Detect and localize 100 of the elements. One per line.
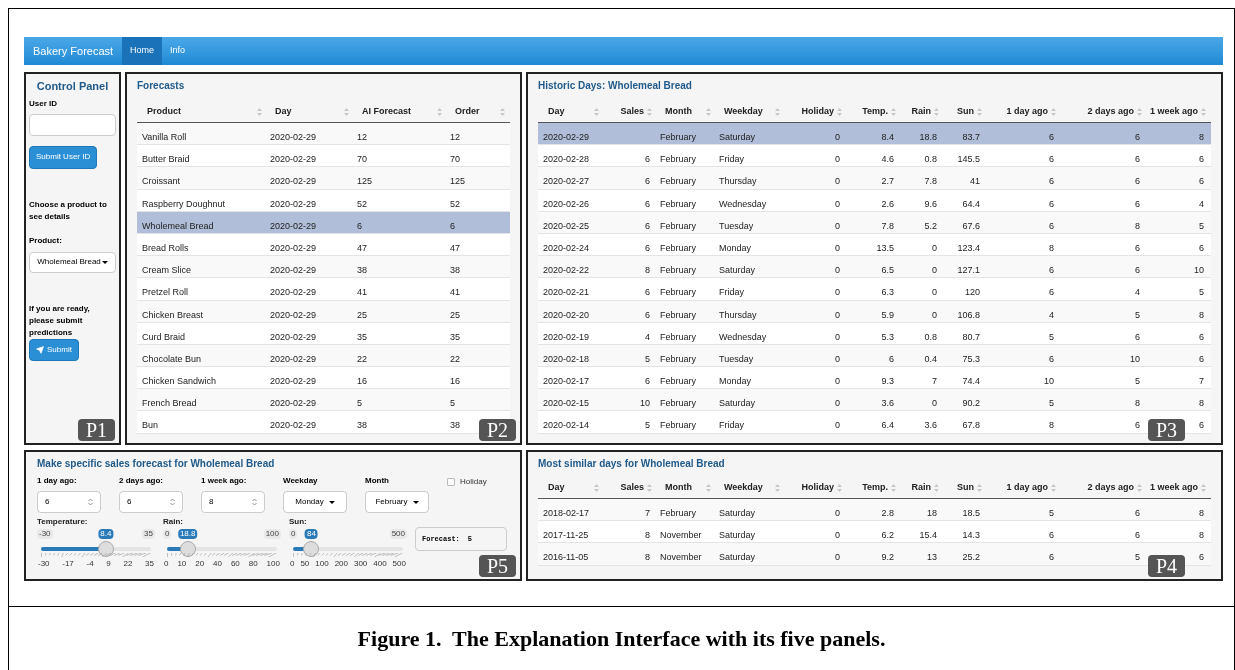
column-header[interactable]: Holiday: [801, 104, 834, 119]
sort-icon: [934, 107, 939, 116]
sort-icon: [706, 483, 711, 492]
table-row[interactable]: 2017-11-25 8 November Saturday 0 6.2 15.4 14.3 6 6 8: [538, 521, 1211, 544]
table-cell: 120: [964, 287, 980, 298]
column-header[interactable]: Temp.: [862, 480, 888, 495]
table-cell: 16: [357, 376, 367, 387]
table-row[interactable]: Raspberry Doughnut 2020-02-29 52 52: [137, 189, 510, 212]
column-header[interactable]: Rain: [911, 480, 931, 495]
table-row[interactable]: 2020-02-15 10 February Saturday 0 3.6 0 90.2 5 8 8: [538, 389, 1211, 412]
table-row[interactable]: Butter Braid 2020-02-29 70 70: [137, 145, 510, 168]
table-row[interactable]: 2018-02-17 7 February Saturday 0 2.8 18 18.5 5 6 8: [538, 499, 1211, 522]
table-row[interactable]: 2020-02-19 4 February Wednesday 0 5.3 0.8 80.7 5 6 6: [538, 322, 1211, 345]
table-row[interactable]: French Bread 2020-02-29 5 5: [137, 389, 510, 412]
user-id-field[interactable]: [29, 113, 116, 136]
select-field[interactable]: Monday: [283, 491, 347, 513]
table-cell: Butter Braid: [142, 154, 190, 165]
column-header[interactable]: Temp.: [862, 104, 888, 119]
table-row[interactable]: Cream Slice 2020-02-29 38 38: [137, 256, 510, 279]
tick-label: -4: [86, 559, 94, 569]
table-row[interactable]: Chocolate Bun 2020-02-29 22 22: [137, 344, 510, 368]
column-header[interactable]: 1 day ago: [1006, 480, 1048, 495]
table-cell: 0: [835, 552, 840, 563]
table-row[interactable]: Bread Rolls 2020-02-29 47 47: [137, 233, 510, 257]
column-header[interactable]: Month: [665, 104, 692, 119]
table-row[interactable]: 2020-02-20 6 February Thursday 0 5.9 0 106.8 4 5 8: [538, 300, 1211, 323]
table-cell: 0: [835, 309, 840, 320]
table-row[interactable]: Curd Braid 2020-02-29 35 35: [137, 322, 510, 345]
column-header[interactable]: Product: [147, 104, 181, 119]
holiday-checkbox[interactable]: [447, 478, 455, 486]
table-row[interactable]: Croissant 2020-02-29 125 125: [137, 167, 510, 190]
table-cell: February: [660, 242, 696, 253]
column-header[interactable]: 1 week ago: [1149, 104, 1198, 119]
table-row[interactable]: 2020-02-18 5 February Tuesday 0 6 0.4 75.3 6 10 6: [538, 344, 1211, 368]
table-cell: 8: [1199, 309, 1204, 320]
table-row[interactable]: Chicken Sandwich 2020-02-29 16 16: [137, 367, 510, 390]
submit-button[interactable]: Submit: [29, 338, 79, 361]
number-field[interactable]: 6: [37, 491, 101, 513]
slider-label: Temperature:: [37, 517, 89, 527]
table-cell: 12: [450, 132, 460, 142]
slider-thumb[interactable]: [303, 541, 320, 557]
send-icon: [36, 345, 44, 354]
table-cell: 22: [450, 353, 460, 364]
nav-tab[interactable]: Home: [122, 37, 163, 65]
table-cell: 0: [932, 265, 937, 276]
table-row[interactable]: 2020-02-29 February Saturday 0 8.4 18.8 83.7 6 6 8: [538, 123, 1211, 146]
column-header[interactable]: Weekday: [724, 104, 763, 119]
column-header[interactable]: AI Forecast: [362, 104, 412, 119]
column-header[interactable]: Day: [275, 104, 292, 119]
field-label: Product:: [29, 234, 63, 247]
column-header[interactable]: Sales: [620, 480, 644, 495]
submit-user-id-button[interactable]: Submit User ID: [29, 145, 98, 169]
table-row[interactable]: 2020-02-26 6 February Wednesday 0 2.6 9.6 64.4 6 6 4: [538, 189, 1211, 212]
column-header[interactable]: 1 week ago: [1149, 480, 1198, 495]
table-row[interactable]: Vanilla Roll 2020-02-29 12 12: [137, 123, 510, 146]
product-select[interactable]: Wholemeal Bread: [29, 251, 116, 273]
panel-tag: P5: [478, 555, 516, 577]
column-header[interactable]: Weekday: [724, 480, 763, 495]
panel-title: Most similar days for Wholemeal Bread: [538, 457, 726, 471]
table-row[interactable]: 2020-02-17 6 February Monday 0 9.3 7 74.4 10 5 7: [538, 367, 1211, 390]
column-header[interactable]: Sales: [620, 104, 644, 119]
table-row[interactable]: Wholemeal Bread 2020-02-29 6 6: [137, 211, 510, 234]
table-cell: 3.6: [881, 398, 894, 409]
table-cell: 41: [450, 287, 460, 298]
table-cell: 67.6: [962, 220, 980, 231]
column-header[interactable]: Sun: [957, 104, 974, 119]
column-header[interactable]: 2 days ago: [1087, 480, 1134, 495]
table-row[interactable]: 2020-02-22 8 February Saturday 0 6.5 0 127.1 6 6 10: [538, 256, 1211, 279]
column-header[interactable]: 2 days ago: [1087, 104, 1134, 119]
table-cell: February: [660, 376, 696, 387]
table-cell: 2020-02-29: [543, 132, 590, 142]
table-cell: February: [660, 309, 696, 320]
table-cell: 7: [645, 508, 650, 518]
column-header[interactable]: Day: [548, 104, 565, 119]
table-row[interactable]: 2020-02-25 6 February Tuesday 0 7.8 5.2 67.6 6 8 5: [538, 211, 1211, 234]
number-field[interactable]: 8: [201, 491, 265, 513]
column-header[interactable]: Month: [665, 480, 692, 495]
number-field[interactable]: 6: [119, 491, 183, 513]
column-header[interactable]: Rain: [911, 104, 931, 119]
table-cell: 18.5: [962, 508, 980, 518]
column-header[interactable]: Holiday: [801, 480, 834, 495]
table-row[interactable]: Pretzel Roll 2020-02-29 41 41: [137, 278, 510, 301]
caret-icon: [101, 260, 108, 264]
table-cell: 125: [357, 176, 373, 187]
table-cell: 41: [357, 287, 367, 298]
select-field[interactable]: February: [365, 491, 429, 513]
table-row[interactable]: 2020-02-28 6 February Friday 0 4.6 0.8 145.5 6 6 6: [538, 145, 1211, 168]
column-header[interactable]: 1 day ago: [1006, 104, 1048, 119]
table-cell: 6.2: [881, 530, 894, 541]
column-header[interactable]: Order: [455, 104, 480, 119]
table-row[interactable]: 2020-02-24 6 February Monday 0 13.5 0 123.4 8 6 6: [538, 233, 1211, 257]
table-cell: 6: [645, 242, 650, 253]
table-row[interactable]: Chicken Breast 2020-02-29 25 25: [137, 300, 510, 323]
table-cell: 18: [927, 508, 937, 518]
column-header[interactable]: Sun: [957, 480, 974, 495]
table-row[interactable]: 2020-02-27 6 February Thursday 0 2.7 7.8 41 6 6 6: [538, 167, 1211, 190]
table-row[interactable]: 2020-02-21 6 February Friday 0 6.3 0 120 6 4 5: [538, 278, 1211, 301]
slider-thumb[interactable]: [179, 541, 196, 557]
column-header[interactable]: Day: [548, 480, 565, 495]
tick-label: 400: [373, 559, 387, 569]
